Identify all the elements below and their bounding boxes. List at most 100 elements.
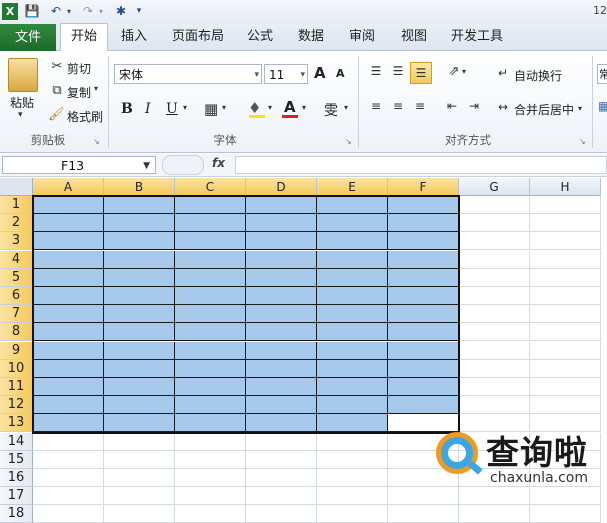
tab-home[interactable]: 开始 bbox=[60, 23, 108, 51]
cell-a7[interactable] bbox=[33, 305, 104, 324]
cell-b7[interactable] bbox=[104, 305, 175, 324]
cell-b15[interactable] bbox=[104, 450, 175, 469]
format-painter-button[interactable]: 格式刷 bbox=[67, 108, 103, 125]
cell-c10[interactable] bbox=[175, 359, 246, 378]
row-header-1[interactable]: 1 bbox=[0, 196, 33, 214]
cell-c7[interactable] bbox=[175, 305, 246, 324]
merge-dropdown-icon[interactable]: ▾ bbox=[578, 104, 582, 113]
font-color-icon[interactable]: A bbox=[284, 98, 296, 116]
cell-a18[interactable] bbox=[33, 505, 104, 523]
format-painter-icon[interactable]: 🖌 bbox=[48, 107, 65, 122]
cell-b8[interactable] bbox=[104, 323, 175, 342]
cell-g9[interactable] bbox=[459, 341, 530, 360]
tab-formulas[interactable]: 公式 bbox=[242, 24, 278, 50]
cell-e16[interactable] bbox=[317, 469, 388, 487]
clipboard-launcher-icon[interactable]: ↘ bbox=[93, 137, 100, 146]
row-header-7[interactable]: 7 bbox=[0, 305, 33, 324]
cell-g11[interactable] bbox=[459, 378, 530, 396]
tab-developer[interactable]: 开发工具 bbox=[446, 24, 508, 50]
cell-d12[interactable] bbox=[246, 396, 317, 415]
cell-g10[interactable] bbox=[459, 359, 530, 378]
cell-g4[interactable] bbox=[459, 250, 530, 269]
cell-d11[interactable] bbox=[246, 378, 317, 396]
cell-h7[interactable] bbox=[530, 305, 601, 324]
merge-center-button[interactable]: 合并后居中 bbox=[514, 101, 574, 118]
column-header-b[interactable]: B bbox=[104, 178, 175, 196]
underline-button[interactable]: U bbox=[166, 101, 178, 117]
orientation-icon[interactable]: ⇗ bbox=[444, 64, 464, 79]
undo-dropdown-icon[interactable]: ▾ bbox=[64, 3, 74, 20]
cell-a13[interactable] bbox=[33, 414, 104, 433]
formula-input[interactable] bbox=[235, 156, 607, 174]
cell-a3[interactable] bbox=[33, 232, 104, 251]
fill-color-dropdown-icon[interactable]: ▾ bbox=[268, 103, 272, 112]
cell-d16[interactable] bbox=[246, 469, 317, 487]
formula-bar-splitter[interactable] bbox=[162, 155, 204, 175]
customize-tool-icon[interactable]: ✱ bbox=[112, 3, 130, 20]
row-header-2[interactable]: 2 bbox=[0, 214, 33, 233]
cell-c14[interactable] bbox=[175, 432, 246, 451]
cell-c17[interactable] bbox=[175, 487, 246, 506]
phonetic-dropdown-icon[interactable]: ▾ bbox=[344, 103, 348, 112]
cell-d5[interactable] bbox=[246, 268, 317, 287]
cell-c15[interactable] bbox=[175, 450, 246, 469]
cell-e17[interactable] bbox=[317, 487, 388, 506]
row-header-3[interactable]: 3 bbox=[0, 232, 33, 251]
cell-e15[interactable] bbox=[317, 450, 388, 469]
cell-g3[interactable] bbox=[459, 232, 530, 251]
cell-e2[interactable] bbox=[317, 214, 388, 233]
border-icon[interactable]: ▦ bbox=[204, 100, 218, 118]
cell-d1[interactable] bbox=[246, 196, 317, 214]
cell-e11[interactable] bbox=[317, 378, 388, 396]
column-header-f[interactable]: F bbox=[388, 178, 459, 196]
cell-h8[interactable] bbox=[530, 323, 601, 342]
row-header-5[interactable]: 5 bbox=[0, 268, 33, 287]
cell-h6[interactable] bbox=[530, 287, 601, 305]
cell-d14[interactable] bbox=[246, 432, 317, 451]
cell-g6[interactable] bbox=[459, 287, 530, 305]
column-header-g[interactable]: G bbox=[459, 178, 530, 196]
cut-icon[interactable]: ✂ bbox=[50, 59, 64, 74]
cell-a14[interactable] bbox=[33, 432, 104, 451]
phonetic-guide-icon[interactable]: 雯 bbox=[324, 100, 338, 120]
cell-b4[interactable] bbox=[104, 250, 175, 269]
cell-e12[interactable] bbox=[317, 396, 388, 415]
cell-f7[interactable] bbox=[388, 305, 459, 324]
row-header-16[interactable]: 16 bbox=[0, 469, 33, 487]
cell-d15[interactable] bbox=[246, 450, 317, 469]
cell-b5[interactable] bbox=[104, 268, 175, 287]
row-header-18[interactable]: 18 bbox=[0, 505, 33, 523]
cell-a1[interactable] bbox=[33, 196, 104, 214]
cell-d9[interactable] bbox=[246, 341, 317, 360]
cell-f6[interactable] bbox=[388, 287, 459, 305]
font-name-select[interactable]: 宋体 ▾ bbox=[114, 64, 262, 84]
cell-g1[interactable] bbox=[459, 196, 530, 214]
cell-g5[interactable] bbox=[459, 268, 530, 287]
cell-h3[interactable] bbox=[530, 232, 601, 251]
align-left-icon[interactable]: ≡ bbox=[366, 99, 386, 113]
cell-g8[interactable] bbox=[459, 323, 530, 342]
orientation-dropdown-icon[interactable]: ▾ bbox=[462, 67, 466, 76]
cell-d10[interactable] bbox=[246, 359, 317, 378]
copy-icon[interactable]: ⧉ bbox=[50, 83, 64, 98]
paste-dropdown-icon[interactable]: ▾ bbox=[18, 110, 23, 120]
cell-b17[interactable] bbox=[104, 487, 175, 506]
decrease-indent-icon[interactable]: ⇤ bbox=[442, 99, 462, 113]
undo-icon[interactable]: ↶ bbox=[48, 3, 64, 20]
cell-h9[interactable] bbox=[530, 341, 601, 360]
cell-c2[interactable] bbox=[175, 214, 246, 233]
row-header-4[interactable]: 4 bbox=[0, 250, 33, 269]
font-launcher-icon[interactable]: ↘ bbox=[345, 137, 352, 146]
cell-f9[interactable] bbox=[388, 341, 459, 360]
cell-f11[interactable] bbox=[388, 378, 459, 396]
cell-a5[interactable] bbox=[33, 268, 104, 287]
cell-d7[interactable] bbox=[246, 305, 317, 324]
cell-b2[interactable] bbox=[104, 214, 175, 233]
grow-font-icon[interactable]: A bbox=[314, 64, 326, 82]
cell-f12[interactable] bbox=[388, 396, 459, 415]
cell-e3[interactable] bbox=[317, 232, 388, 251]
cell-b10[interactable] bbox=[104, 359, 175, 378]
cell-e18[interactable] bbox=[317, 505, 388, 523]
cell-b12[interactable] bbox=[104, 396, 175, 415]
copy-dropdown-icon[interactable]: ▾ bbox=[94, 84, 98, 93]
